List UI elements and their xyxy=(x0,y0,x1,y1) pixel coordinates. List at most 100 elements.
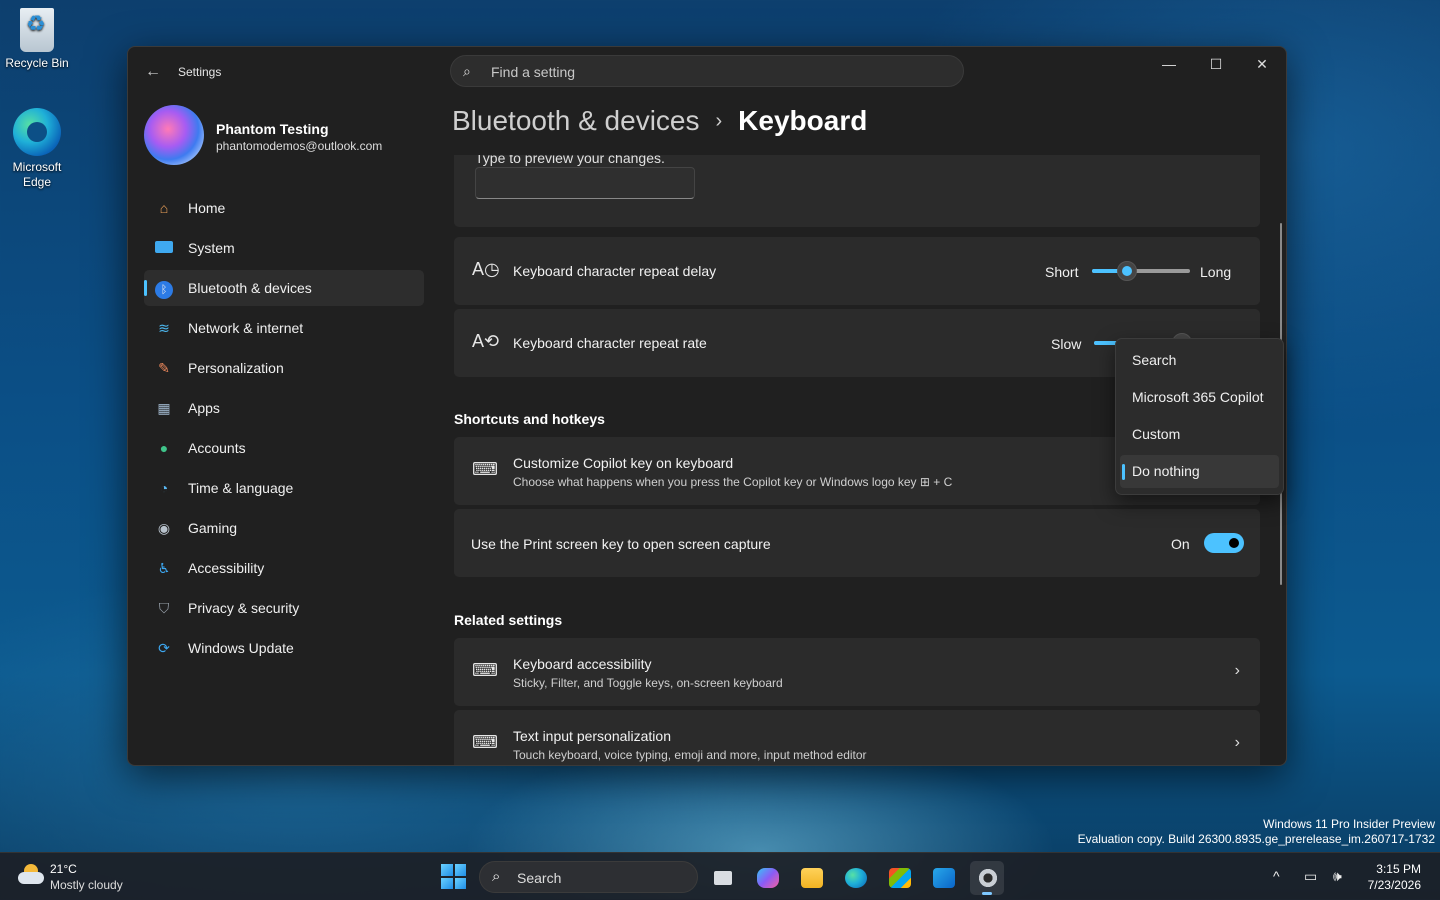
settings-app[interactable] xyxy=(970,861,1004,895)
search-input[interactable] xyxy=(489,61,933,83)
avatar xyxy=(144,105,204,165)
keyboard-icon: ⌨ xyxy=(472,459,498,479)
preview-input[interactable] xyxy=(475,167,695,199)
sidebar-item-network[interactable]: ≋ Network & internet xyxy=(144,310,424,346)
print-screen-title: Use the Print screen key to open screen … xyxy=(471,536,771,552)
find-setting-search[interactable]: ⌕ xyxy=(450,55,964,87)
sidebar-item-privacy[interactable]: ⛉ Privacy & security xyxy=(144,590,424,626)
accessibility-icon: ♿ xyxy=(157,560,171,576)
taskbar-search-label: Search xyxy=(517,870,562,886)
slider-max-label: Long xyxy=(1200,264,1232,280)
edge-app[interactable] xyxy=(838,861,872,895)
weather-desc[interactable]: Mostly cloudy xyxy=(50,878,123,892)
print-screen-toggle[interactable] xyxy=(1204,533,1244,553)
weather-temp[interactable]: 21°C xyxy=(50,862,77,876)
section-header-related: Related settings xyxy=(454,612,563,628)
sidebar-item-system[interactable]: System xyxy=(144,230,424,266)
chevron-right-icon: › xyxy=(1234,734,1240,751)
taskbar-search[interactable]: ⌕ Search xyxy=(479,861,698,893)
edge-icon xyxy=(13,108,61,156)
dropdown-option-custom[interactable]: Custom xyxy=(1120,418,1279,451)
dropdown-option-search[interactable]: Search xyxy=(1120,344,1279,377)
windows-logo-tile xyxy=(454,864,466,876)
maximize-button[interactable]: ☐ xyxy=(1193,53,1239,75)
store-app[interactable] xyxy=(882,861,916,895)
clock-time[interactable]: 3:15 PM xyxy=(1376,862,1421,876)
sidebar-item-label: Personalization xyxy=(188,360,284,376)
recycle-bin-icon xyxy=(20,8,54,52)
copilot-key-dropdown: Search Microsoft 365 Copilot Custom Do n… xyxy=(1115,338,1284,495)
related-title: Text input personalization xyxy=(513,728,671,744)
sidebar-item-home[interactable]: ⌂ Home xyxy=(144,190,424,226)
slider-min-label: Short xyxy=(1045,264,1079,280)
desktop-icon-label: Recycle Bin xyxy=(5,56,69,70)
preview-label: Type to preview your changes. xyxy=(475,155,665,166)
wifi-icon: ≋ xyxy=(158,320,170,336)
m365-app[interactable] xyxy=(750,861,784,895)
slider-min-label: Slow xyxy=(1051,336,1082,352)
slider-thumb[interactable] xyxy=(1117,261,1138,281)
globe-clock-icon: ◔ xyxy=(159,480,169,496)
sidebar-item-gaming[interactable]: ◉ Gaming xyxy=(144,510,424,546)
task-view-icon xyxy=(714,871,732,885)
minimize-button[interactable]: — xyxy=(1146,53,1192,75)
apps-icon: ▦ xyxy=(157,400,171,416)
sidebar-item-label: Windows Update xyxy=(188,640,294,656)
keyboard-icon: ⌨ xyxy=(472,660,498,680)
sidebar-item-apps[interactable]: ▦ Apps xyxy=(144,390,424,426)
watermark-line: Windows 11 Pro Insider Preview xyxy=(1263,817,1435,831)
profile-name: Phantom Testing xyxy=(216,121,329,137)
windows-logo-tile xyxy=(441,864,453,876)
sidebar-item-time-language[interactable]: ◔ Time & language xyxy=(144,470,424,506)
taskbar: 21°C Mostly cloudy ⌕ Search ^ ▭ 🕪 3:15 P… xyxy=(0,852,1440,900)
chevron-up-icon[interactable]: ^ xyxy=(1273,868,1280,884)
related-keyboard-accessibility[interactable]: ⌨ Keyboard accessibility Sticky, Filter,… xyxy=(454,638,1260,706)
gear-icon xyxy=(977,868,999,888)
chevron-right-icon: › xyxy=(1234,662,1240,679)
clock-date[interactable]: 7/23/2026 xyxy=(1368,878,1421,892)
related-subtitle: Touch keyboard, voice typing, emoji and … xyxy=(513,748,867,762)
desktop-icon-edge[interactable]: Microsoft Edge xyxy=(0,108,74,190)
task-view-button[interactable] xyxy=(706,861,740,895)
dropdown-option-m365-copilot[interactable]: Microsoft 365 Copilot xyxy=(1120,381,1279,414)
sidebar-item-accounts[interactable]: ● Accounts xyxy=(144,430,424,466)
related-title: Keyboard accessibility xyxy=(513,656,652,672)
sidebar-item-bluetooth-devices[interactable]: ᛒ Bluetooth & devices xyxy=(144,270,424,306)
sidebar-item-label: Accounts xyxy=(188,440,246,456)
search-icon: ⌕ xyxy=(492,868,501,885)
dropdown-option-do-nothing[interactable]: Do nothing xyxy=(1120,455,1279,488)
keyboard-delay-icon: A◷ xyxy=(472,259,500,279)
weather-cloudy-icon[interactable] xyxy=(18,864,44,886)
breadcrumb-parent[interactable]: Bluetooth & devices xyxy=(452,105,700,136)
network-icon[interactable]: ▭ xyxy=(1304,868,1317,885)
repeat-delay-slider[interactable] xyxy=(1092,261,1190,281)
profile-email: phantomodemos@outlook.com xyxy=(216,139,383,153)
outlook-app[interactable] xyxy=(926,861,960,895)
repeat-delay-card: A◷ Keyboard character repeat delay Short… xyxy=(454,237,1260,305)
chevron-right-icon: › xyxy=(715,110,723,132)
section-header-shortcuts: Shortcuts and hotkeys xyxy=(454,411,605,427)
windows-logo-tile xyxy=(441,877,453,889)
copilot-key-title: Customize Copilot key on keyboard xyxy=(513,455,734,471)
store-icon xyxy=(889,868,911,888)
sidebar-item-windows-update[interactable]: ⟳ Windows Update xyxy=(144,630,424,666)
start-button[interactable] xyxy=(441,864,466,889)
volume-icon[interactable]: 🕪 xyxy=(1333,868,1342,885)
close-button[interactable]: ✕ xyxy=(1239,53,1285,75)
page-title: Keyboard xyxy=(738,105,868,136)
desktop-icon-label: Microsoft Edge xyxy=(12,160,62,189)
back-arrow-icon[interactable]: ← xyxy=(142,61,164,83)
related-text-input[interactable]: ⌨ Text input personalization Touch keybo… xyxy=(454,710,1260,765)
title-bar: ← Settings ⌕ — ☐ ✕ xyxy=(128,47,1286,97)
brush-icon: ✎ xyxy=(158,360,170,376)
file-explorer-app[interactable] xyxy=(794,861,828,895)
sidebar-item-label: Apps xyxy=(188,400,220,416)
sidebar-item-personalization[interactable]: ✎ Personalization xyxy=(144,350,424,386)
home-icon: ⌂ xyxy=(159,200,169,216)
desktop-icon-recycle-bin[interactable]: Recycle Bin xyxy=(0,8,74,71)
gamepad-icon: ◉ xyxy=(157,520,171,536)
sidebar-item-accessibility[interactable]: ♿ Accessibility xyxy=(144,550,424,586)
keyboard-icon: ⌨ xyxy=(472,732,498,752)
copilot-key-subtitle: Choose what happens when you press the C… xyxy=(513,475,953,489)
keyboard-rate-icon: A⟲ xyxy=(472,331,500,351)
